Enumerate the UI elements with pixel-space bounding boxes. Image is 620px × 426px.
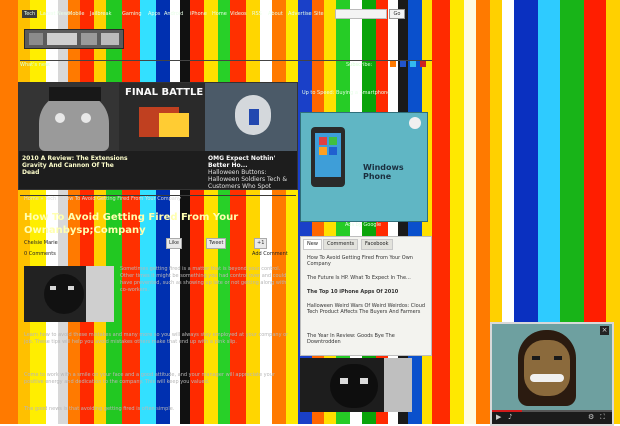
slide-1-image [19,83,133,151]
search-input[interactable] [335,9,387,19]
breadcrumb[interactable]: Home » Tech » How To Avoid Getting Fired… [24,196,181,202]
whats-new-label: What's new: [20,62,51,68]
twitter-icon[interactable] [410,61,416,67]
volume-icon[interactable]: ♪ [508,413,512,421]
tab-facebook[interactable]: Facebook [361,239,393,250]
video-frame [492,324,612,410]
topbar-link-tech[interactable]: Tech [22,10,38,18]
article-comment-count[interactable]: 0 Comments [24,251,56,257]
plusone-button[interactable]: +1 [254,238,268,249]
tab-comments[interactable]: Comments [323,239,359,250]
slide-1[interactable]: 2010 A Review: The Extensions Gravity An… [19,83,133,189]
play-icon[interactable]: ▶ [496,413,501,421]
top-bar: Tech Latest News Mobile Jailbreak Gaming… [0,0,620,20]
article-thumbnail [24,266,114,322]
ad-brand: Windows Phone [363,163,404,181]
sidebar-cat-image[interactable] [300,358,412,412]
topbar-link-videos[interactable]: Videos [228,10,249,18]
settings-icon[interactable]: ⚙ [588,413,594,421]
sidebar-heading: Up to Speed: Buying a Smartphone [302,90,391,96]
slide-banner-title: FINAL BATTLE [125,87,204,98]
windows-logo-icon [409,117,421,129]
subscribe-label: Subscribe: [346,62,373,68]
topbar-link-apps[interactable]: Apps [146,10,162,18]
facebook-icon[interactable] [400,61,406,67]
featured-slider: 2010 A Review: The Extensions Gravity An… [18,82,298,190]
slide-2[interactable]: OMG Expect Nothin' Better Ho... Hallowee… [205,83,297,190]
topbar-link-android[interactable]: Android [162,10,185,18]
video-player[interactable]: × ▶ ♪ ⚙ ⛶ [490,322,614,426]
site-logo[interactable] [24,29,124,49]
article-author[interactable]: Chelsie Marie [24,240,58,246]
nav-bar: What's new: Subscribe: [20,61,432,69]
slide-2-caption: OMG Expect Nothin' Better Ho... [208,155,276,169]
tweet-button[interactable]: Tweet [206,238,227,249]
slide-3-caption: Halloween Buttons: Halloween Soldiers Te… [208,169,288,190]
fullscreen-icon[interactable]: ⛶ [600,413,605,422]
article-title[interactable]: How To Avoid Getting Fired From Your Own… [24,211,294,237]
slide-banner: FINAL BATTLE [119,83,209,151]
ad-footer[interactable]: Ads by Google [300,222,426,230]
article-paragraph-4: The good news is that avoiding getting f… [24,406,175,412]
tab-new[interactable]: New [303,239,322,250]
list-item[interactable]: The Top 10 iPhone Apps Of 2010 [307,289,427,295]
article-paragraph-1: Sometimes getting fired is a matter that… [120,266,287,293]
like-button[interactable]: Like [166,238,182,249]
topbar-link-gaming[interactable]: Gaming [120,10,144,18]
rss-icon[interactable] [390,61,396,67]
article-paragraph-3: Come to work with a smile on your face a… [24,372,275,385]
slide-2-image [205,83,297,151]
search-button[interactable]: Go [389,9,405,19]
list-item[interactable]: How To Avoid Getting Fired From Your Own… [307,255,427,267]
close-icon[interactable]: × [600,326,609,335]
list-item[interactable]: The Year In Review: Goods Bye The Downtr… [307,333,427,345]
topbar-link-iphone[interactable]: iPhone [188,10,209,18]
topbar-link-home[interactable]: Home [210,10,229,18]
video-progress-fill [492,410,522,412]
list-item[interactable]: Halloween Weird Wars Of Weird Weirdos: C… [307,303,427,315]
topbar-link-advertise[interactable]: Advertise [286,10,314,18]
topbar-link-jailbreak[interactable]: Jailbreak [88,10,113,18]
slide-1-caption: 2010 A Review: The Extensions Gravity An… [22,155,128,176]
article-paragraph-2: Learn how to avoid these mistakes and ma… [24,332,289,345]
topbar-link-about[interactable]: About [266,10,285,18]
add-comment-link[interactable]: Add Comment [252,251,288,257]
list-item[interactable]: The Future Is HP. What To Expect In The.… [307,275,427,281]
topbar-link-rss[interactable]: RSS [250,10,264,18]
youtube-icon[interactable] [420,61,426,67]
topbar-link-site[interactable]: Site [312,10,326,18]
topbar-link-mobile[interactable]: Mobile [66,10,86,18]
windows-phone-ad[interactable]: Windows Phone [300,112,428,222]
sidebar-tabs-panel: New Comments Facebook How To Avoid Getti… [300,236,432,356]
